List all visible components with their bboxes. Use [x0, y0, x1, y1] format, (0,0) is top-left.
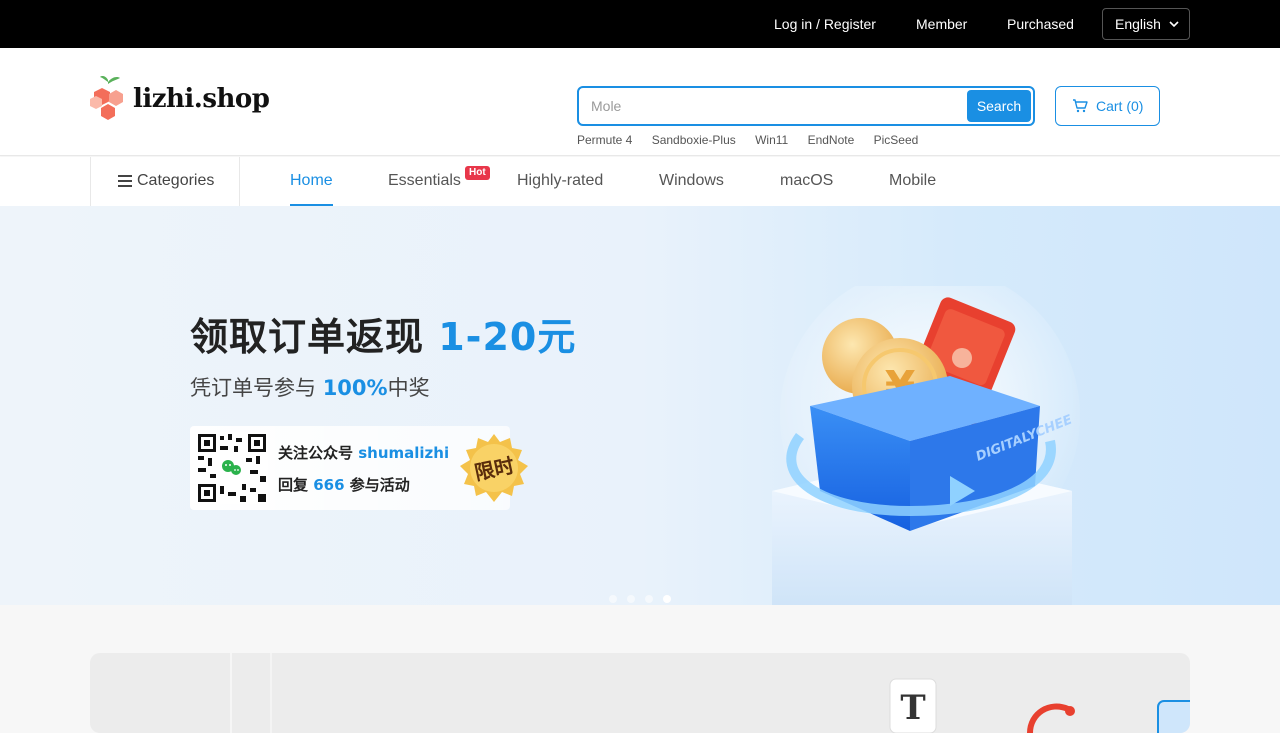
hot-search-item[interactable]: Permute 4 [577, 133, 632, 147]
lychee-logo-icon [90, 76, 123, 120]
banner-title: 领取订单返现 1-20元 [190, 315, 577, 359]
svg-text:T: T [900, 688, 925, 728]
carousel-dots [609, 590, 681, 605]
hot-search-item[interactable]: Sandboxie-Plus [652, 133, 736, 147]
top-bar: Log in / Register Member Purchased Engli… [0, 0, 1280, 48]
hot-search-item[interactable]: EndNote [808, 133, 855, 147]
nav-essentials[interactable]: Essentials [388, 157, 461, 206]
carousel-dot-3[interactable] [645, 595, 653, 603]
nav-macos[interactable]: macOS [780, 157, 833, 206]
cart-button[interactable]: Cart (0) [1055, 86, 1160, 126]
qr-reply-text: 回复 666 参与活动 [278, 476, 410, 494]
categories-menu[interactable]: Categories [90, 157, 240, 206]
qr-follow-text: 关注公众号 shumalizhi [278, 444, 450, 462]
carousel-dot-4[interactable] [663, 595, 671, 603]
feature-card-art: T [230, 653, 1190, 733]
hot-badge: Hot [465, 166, 490, 180]
nav-mobile[interactable]: Mobile [889, 157, 936, 206]
cart-icon [1073, 99, 1088, 113]
carousel-dot-2[interactable] [627, 595, 635, 603]
header: lizhi.shop Search Cart (0) Permute 4 San… [0, 48, 1280, 156]
carousel-dot-1[interactable] [609, 595, 617, 603]
chevron-down-icon [1169, 21, 1179, 28]
red-envelope-box-illustration: ¥ DIGITALYCHEE [772, 286, 1080, 605]
language-select[interactable]: English [1102, 8, 1190, 40]
main-nav: Categories Home Essentials Hot Highly-ra… [0, 157, 1280, 206]
promo-banner[interactable]: 领取订单返现 1-20元 凭订单号参与 100%中奖 关注公众号 shumali… [0, 206, 1280, 605]
login-register-link[interactable]: Log in / Register [774, 0, 876, 48]
search-input[interactable] [579, 88, 959, 124]
nav-windows[interactable]: Windows [659, 157, 724, 206]
nav-home[interactable]: Home [290, 157, 333, 206]
nav-highly-rated[interactable]: Highly-rated [517, 157, 603, 206]
categories-label: Categories [137, 172, 215, 189]
hot-searches: Permute 4 Sandboxie-Plus Win11 EndNote P… [577, 133, 934, 147]
hot-search-item[interactable]: PicSeed [874, 133, 919, 147]
cart-label: Cart (0) [1096, 98, 1144, 114]
feature-card[interactable]: T [90, 653, 1190, 733]
language-label: English [1115, 16, 1161, 32]
member-link[interactable]: Member [916, 0, 967, 48]
banner-subtitle: 凭订单号参与 100%中奖 [190, 376, 430, 400]
qr-code-icon [196, 432, 268, 504]
menu-icon [118, 175, 132, 187]
purchased-link[interactable]: Purchased [1007, 0, 1074, 48]
search-box: Search [577, 86, 1035, 126]
hot-search-item[interactable]: Win11 [755, 133, 788, 147]
search-button[interactable]: Search [967, 90, 1031, 122]
logo-text: lizhi.shop [133, 84, 270, 114]
